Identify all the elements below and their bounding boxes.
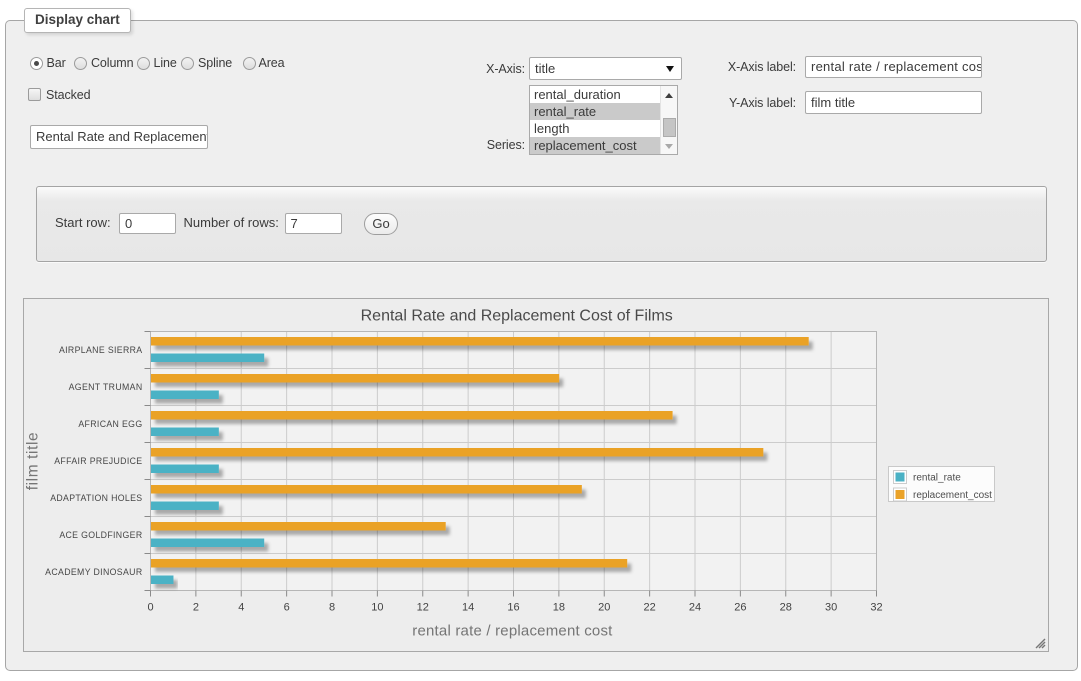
svg-text:10: 10: [371, 602, 383, 614]
svg-text:AFFAIR PREJUDICE: AFFAIR PREJUDICE: [54, 456, 142, 466]
svg-text:26: 26: [734, 602, 746, 614]
svg-text:AIRPLANE SIERRA: AIRPLANE SIERRA: [59, 345, 143, 355]
svg-text:AFRICAN EGG: AFRICAN EGG: [78, 419, 142, 429]
svg-text:8: 8: [329, 602, 335, 614]
svg-text:film title: film title: [25, 432, 42, 491]
svg-text:rental rate / replacement cost: rental rate / replacement cost: [412, 623, 613, 640]
svg-text:2: 2: [193, 602, 199, 614]
svg-text:28: 28: [780, 602, 792, 614]
svg-text:Rental Rate and Replacement Co: Rental Rate and Replacement Cost of Film…: [361, 308, 673, 325]
svg-text:12: 12: [417, 602, 429, 614]
svg-text:16: 16: [507, 602, 519, 614]
svg-text:replacement_cost: replacement_cost: [913, 490, 992, 501]
svg-text:0: 0: [147, 602, 153, 614]
svg-text:ACE GOLDFINGER: ACE GOLDFINGER: [59, 530, 142, 540]
svg-text:4: 4: [238, 602, 244, 614]
svg-text:rental_rate: rental_rate: [913, 473, 961, 484]
svg-text:14: 14: [462, 602, 474, 614]
svg-text:ACADEMY DINOSAUR: ACADEMY DINOSAUR: [45, 567, 142, 577]
svg-text:24: 24: [689, 602, 701, 614]
svg-text:22: 22: [644, 602, 656, 614]
svg-text:20: 20: [598, 602, 610, 614]
svg-text:32: 32: [870, 602, 882, 614]
svg-text:18: 18: [553, 602, 565, 614]
svg-text:6: 6: [284, 602, 290, 614]
svg-text:ADAPTATION HOLES: ADAPTATION HOLES: [50, 493, 142, 503]
svg-text:AGENT TRUMAN: AGENT TRUMAN: [69, 382, 143, 392]
svg-text:30: 30: [825, 602, 837, 614]
